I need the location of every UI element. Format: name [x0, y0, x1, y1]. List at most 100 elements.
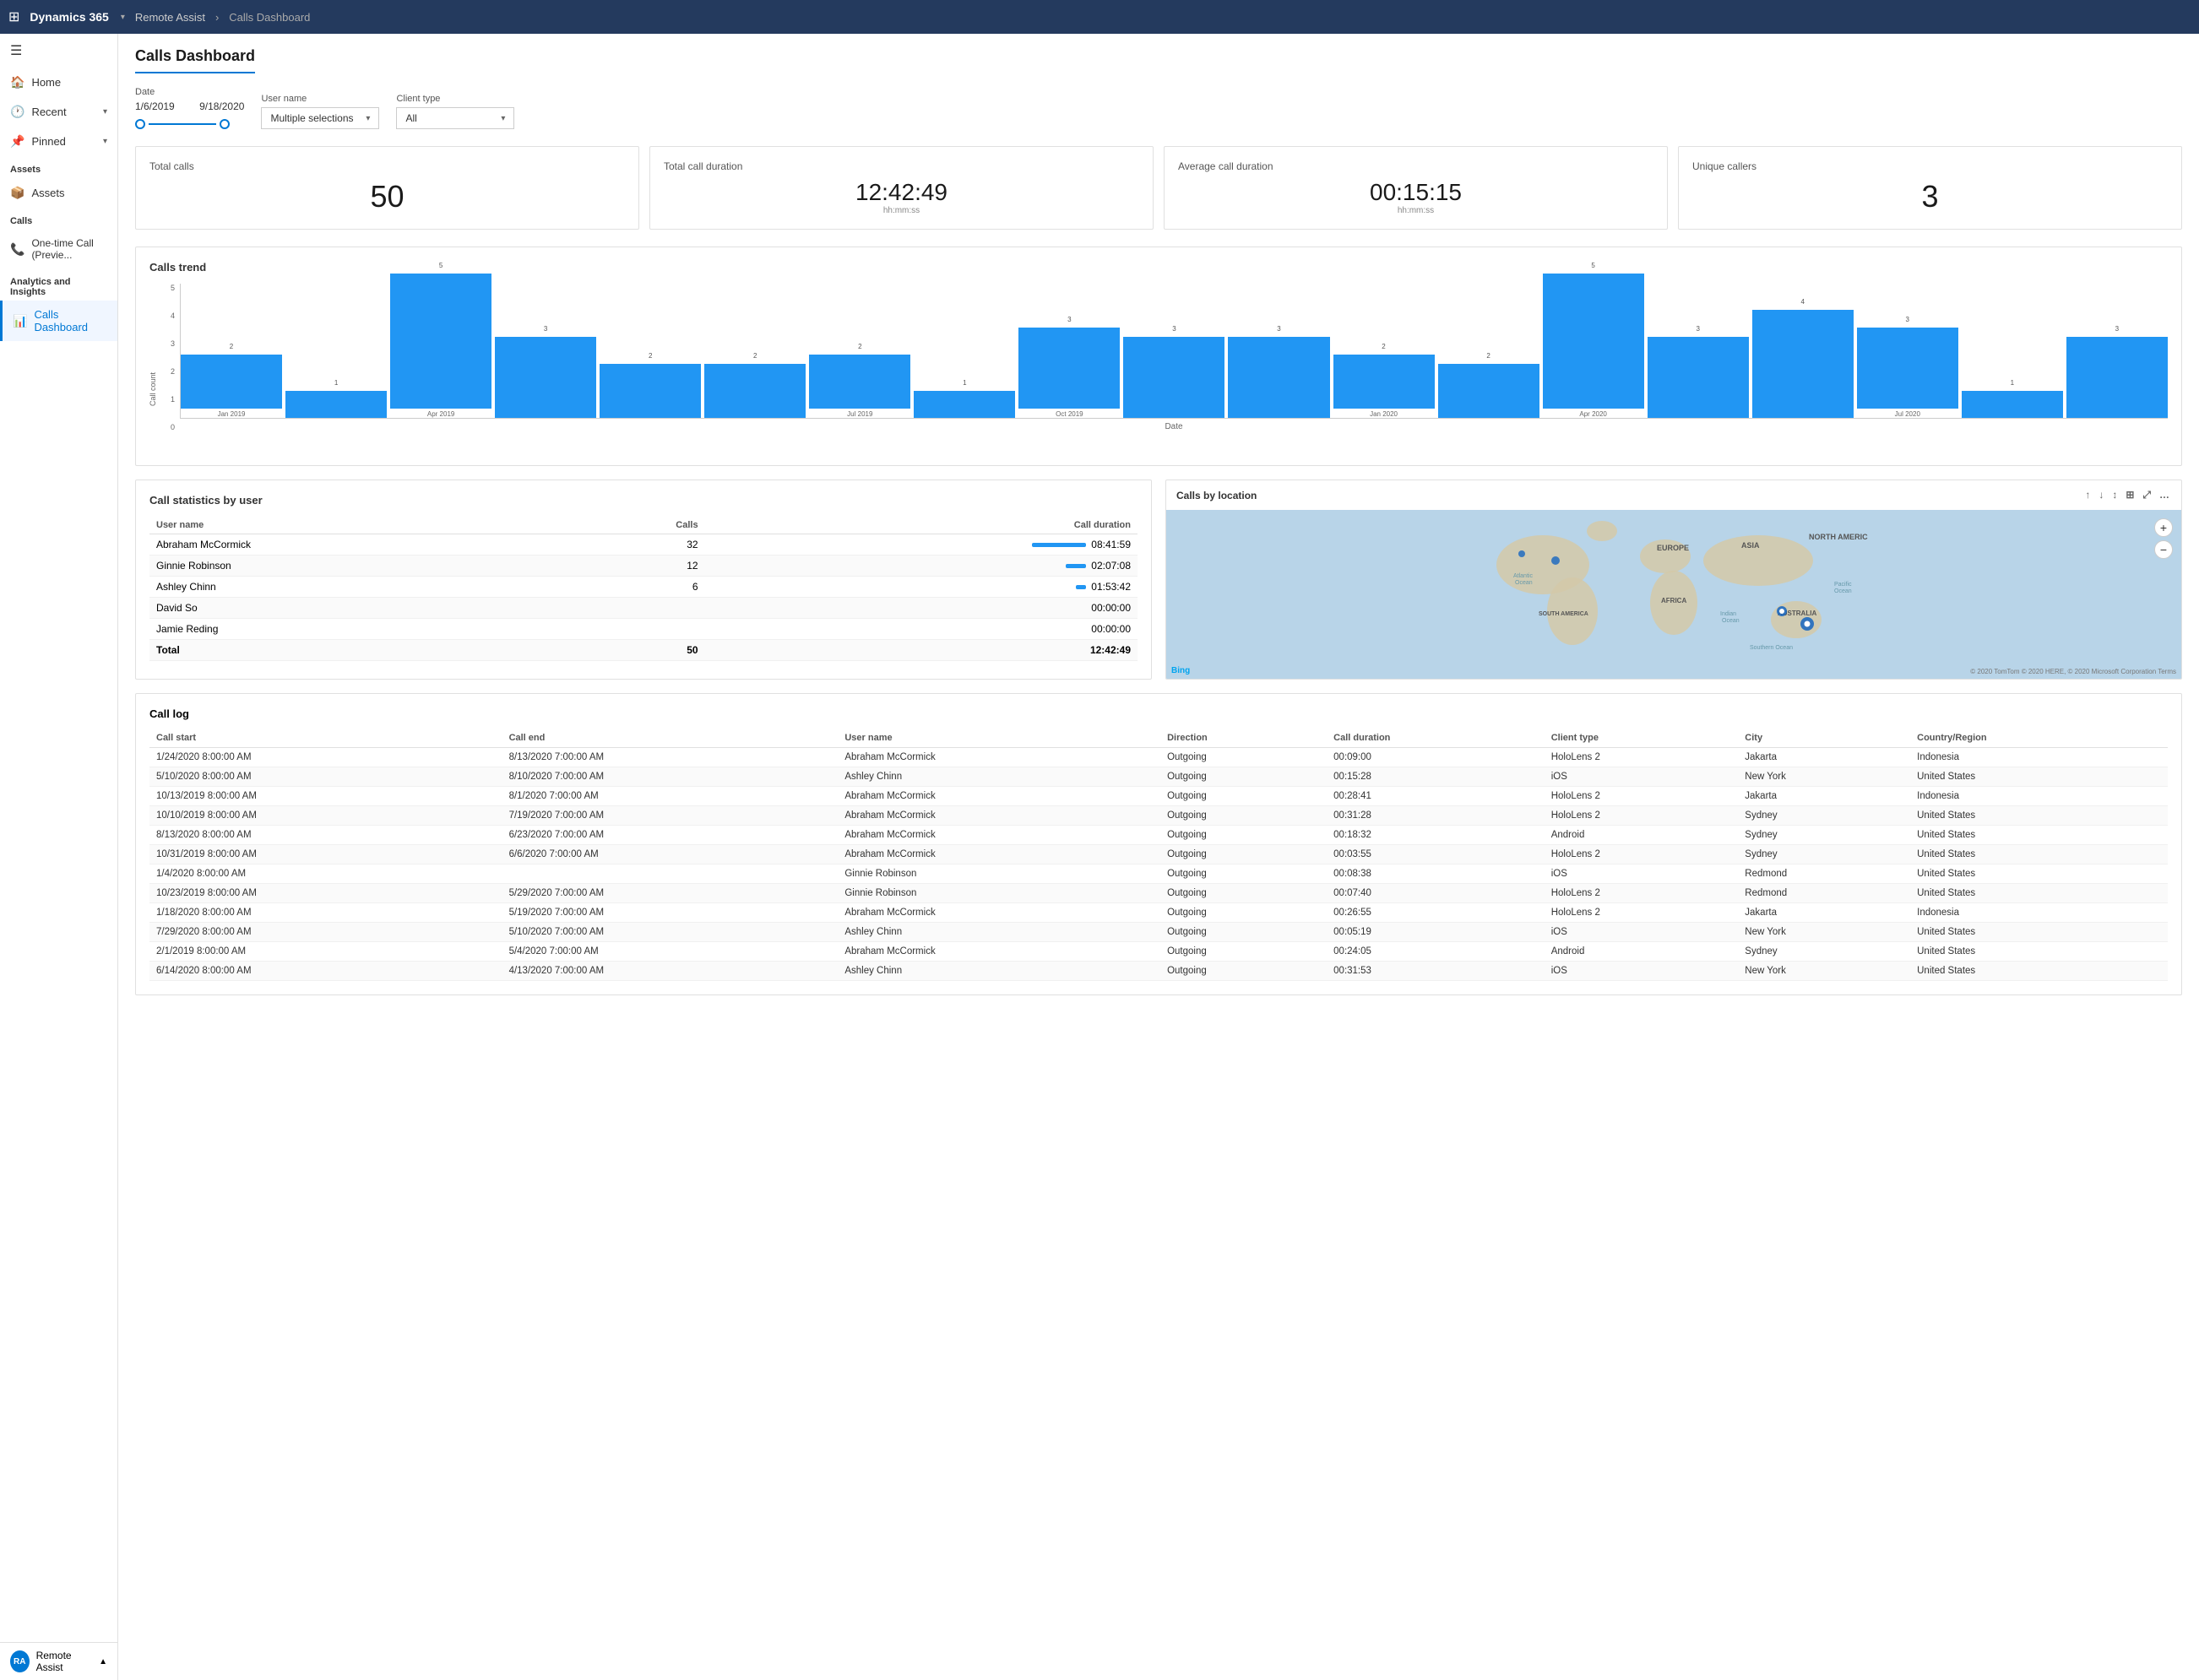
bar-value-label: 1	[963, 379, 966, 387]
sidebar-item-callsdashboard[interactable]: 📊 Calls Dashboard	[0, 301, 117, 341]
table-row: 6/14/2020 8:00:00 AM 4/13/2020 7:00:00 A…	[149, 962, 2168, 981]
username-dropdown[interactable]: Multiple selections ▾	[261, 107, 379, 129]
total-label: Total	[149, 640, 567, 661]
kpi-total-duration-label: Total call duration	[664, 160, 1139, 172]
log-duration: 00:31:28	[1327, 806, 1545, 826]
home-label: Home	[31, 76, 61, 89]
bar[interactable]: 5	[1543, 274, 1644, 409]
log-user: Abraham McCormick	[838, 942, 1160, 962]
log-user: Abraham McCormick	[838, 903, 1160, 923]
kpi-total-duration: Total call duration 12:42:49 hh:mm:ss	[649, 146, 1154, 230]
slider-thumb-right[interactable]	[220, 119, 230, 129]
col-city: City	[1738, 729, 1910, 748]
sort-asc-icon[interactable]: ↑	[2083, 487, 2092, 503]
log-client: HoloLens 2	[1545, 748, 1739, 767]
bar-value-label: 3	[1277, 325, 1280, 333]
bar[interactable]: 3	[495, 337, 596, 418]
analytics-section-header: Analytics and Insights	[0, 268, 117, 301]
bar[interactable]: 2	[600, 364, 701, 418]
fullscreen-icon[interactable]: ⤢	[2141, 487, 2153, 503]
bar-value-label: 3	[1172, 325, 1176, 333]
log-start: 1/18/2020 8:00:00 AM	[149, 903, 502, 923]
bar[interactable]: 2	[704, 364, 806, 418]
bar[interactable]: 3	[1228, 337, 1329, 418]
log-country: United States	[1910, 767, 2168, 787]
client-dropdown[interactable]: All ▾	[396, 107, 514, 129]
bar[interactable]: 2	[1333, 355, 1435, 409]
bar-value-label: 2	[649, 352, 652, 360]
log-city: New York	[1738, 923, 1910, 942]
bar[interactable]: 1	[914, 391, 1015, 418]
bottom-row: Call statistics by user User name Calls …	[135, 480, 2182, 680]
kpi-total-calls: Total calls 50	[135, 146, 639, 230]
expand-col-icon[interactable]: ↕	[2110, 487, 2119, 503]
slider-thumb-left[interactable]	[135, 119, 145, 129]
pinned-icon: 📌	[10, 134, 24, 149]
bar-value-label: 2	[230, 343, 233, 350]
waffle-icon[interactable]: ⊞	[8, 8, 19, 25]
bar-group: 2Jan 2020	[1333, 355, 1435, 418]
more-options-icon[interactable]: …	[2158, 487, 2171, 503]
table-row: 2/1/2019 8:00:00 AM 5/4/2020 7:00:00 AM …	[149, 942, 2168, 962]
log-client: HoloLens 2	[1545, 903, 1739, 923]
stat-calls: 12	[567, 555, 704, 577]
bar[interactable]: 4	[1752, 310, 1854, 418]
bar[interactable]: 5	[390, 274, 491, 409]
table-row: Ashley Chinn 6 01:53:42	[149, 577, 1138, 598]
log-end: 8/1/2020 7:00:00 AM	[502, 787, 839, 806]
marker-newyork	[1551, 556, 1560, 565]
bar[interactable]: 3	[2066, 337, 2168, 418]
bar[interactable]: 1	[1962, 391, 2063, 418]
log-country: United States	[1910, 845, 2168, 864]
sidebar-item-assets[interactable]: 📦 Assets	[0, 178, 117, 208]
log-start: 6/14/2020 8:00:00 AM	[149, 962, 502, 981]
log-start: 5/10/2020 8:00:00 AM	[149, 767, 502, 787]
map-copyright: © 2020 TomTom © 2020 HERE, © 2020 Micros…	[1970, 668, 2176, 675]
date-slider[interactable]	[135, 119, 244, 129]
log-city: Sydney	[1738, 845, 1910, 864]
bar[interactable]: 1	[285, 391, 387, 418]
map-zoom-in-button[interactable]: +	[2154, 518, 2173, 537]
table-row: 10/10/2019 8:00:00 AM 7/19/2020 7:00:00 …	[149, 806, 2168, 826]
bar-group: 1	[1962, 391, 2063, 418]
hamburger-menu[interactable]: ☰	[0, 34, 117, 68]
north-america-label: NORTH AMERIC	[1809, 533, 1868, 541]
bar[interactable]: 2	[809, 355, 910, 409]
kpi-avg-duration-value: 00:15:15	[1178, 179, 1653, 206]
log-country: United States	[1910, 962, 2168, 981]
bar[interactable]: 2	[1438, 364, 1539, 418]
table-row: Jamie Reding 00:00:00	[149, 619, 1138, 640]
indian-ocean-label2: Ocean	[1722, 618, 1740, 624]
marker-redmond	[1518, 550, 1525, 557]
sidebar-bottom[interactable]: RA Remote Assist ▲	[0, 1642, 117, 1680]
recent-expand-icon: ▾	[103, 107, 107, 117]
map-container: EUROPE ASIA NORTH AMERIC Atlantic Ocean …	[1166, 510, 2181, 679]
sidebar-item-recent[interactable]: 🕐 Recent ▾	[0, 97, 117, 127]
log-country: Indonesia	[1910, 787, 2168, 806]
bar[interactable]: 3	[1648, 337, 1749, 418]
bar[interactable]: 3	[1123, 337, 1224, 418]
date-from: 1/6/2019	[135, 100, 175, 112]
app-dropdown-icon[interactable]: ▾	[121, 13, 125, 22]
bar[interactable]: 3	[1857, 328, 1958, 409]
map-zoom-out-button[interactable]: −	[2154, 540, 2173, 559]
sidebar-item-onetime[interactable]: 📞 One-time Call (Previe...	[0, 230, 117, 268]
sort-desc-icon[interactable]: ↓	[2097, 487, 2105, 503]
bar[interactable]: 3	[1018, 328, 1120, 409]
bar-value-label: 2	[1382, 343, 1385, 350]
total-calls: 50	[567, 640, 704, 661]
call-log-section: Call log Call start Call end User name D…	[135, 693, 2182, 995]
sidebar-item-home[interactable]: 🏠 Home	[0, 68, 117, 97]
log-start: 10/23/2019 8:00:00 AM	[149, 884, 502, 903]
stat-user-name: Ginnie Robinson	[149, 555, 567, 577]
stat-user-name: David So	[149, 598, 567, 619]
sidebar-item-pinned[interactable]: 📌 Pinned ▾	[0, 127, 117, 156]
log-duration: 00:08:38	[1327, 864, 1545, 884]
log-client: iOS	[1545, 962, 1739, 981]
bar[interactable]: 2	[181, 355, 282, 409]
kpi-total-duration-value: 12:42:49	[664, 179, 1139, 206]
filter-icon[interactable]: ⊞	[2124, 487, 2136, 503]
log-start: 1/4/2020 8:00:00 AM	[149, 864, 502, 884]
log-user: Abraham McCormick	[838, 787, 1160, 806]
y-axis-label: Call count	[149, 372, 157, 406]
